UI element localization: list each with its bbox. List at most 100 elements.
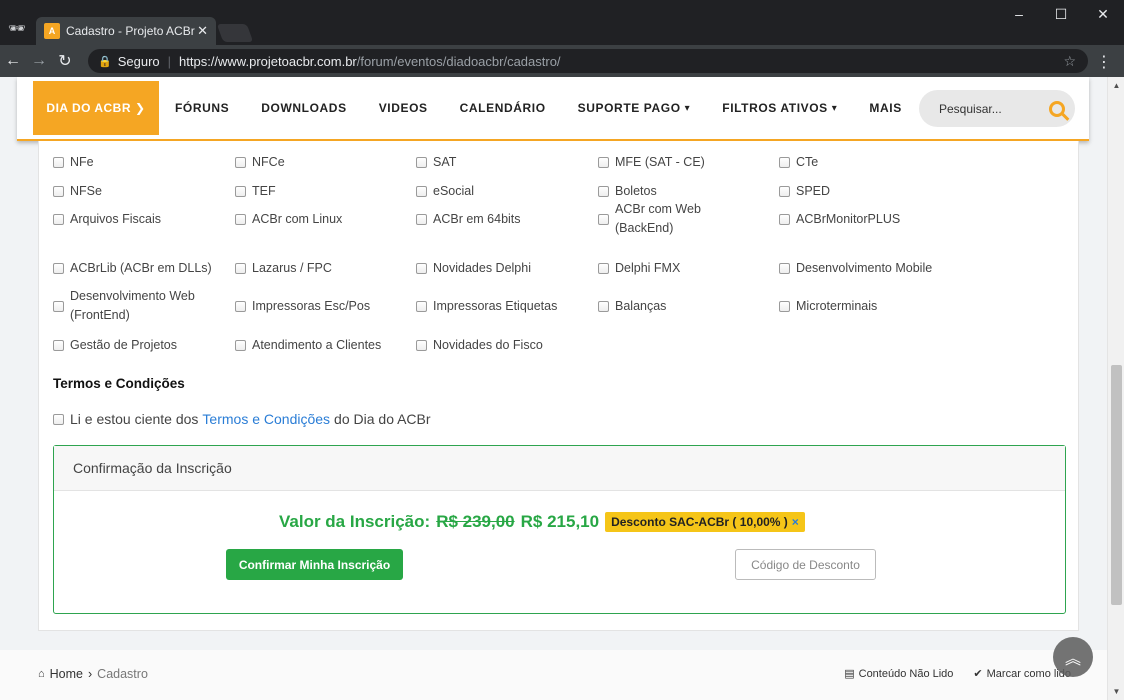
interest-checkbox[interactable] [416,157,427,168]
interest-option[interactable]: NFCe [235,153,285,172]
close-window-icon[interactable]: ✕ [1082,0,1124,28]
nav-suporte-pago[interactable]: SUPORTE PAGO ▾ [562,101,707,115]
interest-checkbox[interactable] [235,340,246,351]
forward-icon[interactable]: → [26,52,52,70]
interest-checkbox[interactable] [416,263,427,274]
nav-videos[interactable]: VIDEOS [363,101,444,115]
interest-checkbox[interactable] [235,214,246,225]
maximize-icon[interactable]: ☐ [1040,0,1082,28]
interest-checkbox[interactable] [235,301,246,312]
interest-option[interactable]: Impressoras Etiquetas [416,297,557,316]
minimize-icon[interactable]: – [998,0,1040,28]
interest-option[interactable]: Novidades Delphi [416,259,531,278]
interest-checkbox[interactable] [779,214,790,225]
interest-checkbox[interactable] [416,214,427,225]
nav-dia-do-acbr[interactable]: DIA DO ACBR ❯ [33,81,159,135]
page-footer: ⌂ Home › Cadastro ▤ Conteúdo Não Lido ✔ Ma… [0,650,1107,700]
interest-checkbox[interactable] [416,186,427,197]
terms-checkbox-row[interactable]: Li e estou ciente dos Termos e Condições… [53,411,431,427]
price-line: Valor da Inscrição: R$ 239,00 R$ 215,10 … [279,512,805,532]
interest-checkbox[interactable] [53,157,64,168]
scroll-up-icon[interactable]: ▲ [1108,77,1124,94]
nav-downloads[interactable]: DOWNLOADS [245,101,362,115]
nav-filtros-ativos[interactable]: FILTROS ATIVOS ▾ [706,101,853,115]
interest-checkbox[interactable] [235,157,246,168]
interest-option[interactable]: Gestão de Projetos [53,336,177,355]
terms-link[interactable]: Termos e Condições [202,411,330,427]
interest-checkbox[interactable] [779,301,790,312]
interest-option[interactable]: Balanças [598,297,666,316]
interest-option[interactable]: ACBrMonitorPLUS [779,210,900,229]
interest-option[interactable]: eSocial [416,182,474,201]
interest-option[interactable]: MFE (SAT - CE) [598,153,705,172]
back-icon[interactable]: ← [0,52,26,70]
breadcrumb-separator-icon: › [88,667,93,681]
interest-checkbox[interactable] [779,157,790,168]
nav-calendario[interactable]: CALENDÁRIO [444,101,562,115]
price-label: Valor da Inscrição: [279,512,431,531]
interest-checkbox[interactable] [53,300,64,312]
reload-icon[interactable]: ↻ [52,51,78,71]
interest-option[interactable]: Impressoras Esc/Pos [235,297,370,316]
interest-checkbox[interactable] [53,263,64,274]
interest-option[interactable]: ACBrLib (ACBr em DLLs) [53,259,212,278]
bookmark-star-icon[interactable]: ☆ [1063,53,1076,70]
interest-checkbox[interactable] [53,186,64,197]
browser-tab[interactable]: A Cadastro - Projeto ACBr ✕ [36,17,216,45]
interest-option[interactable]: Lazarus / FPC [235,259,332,278]
interest-option[interactable]: Atendimento a Clientes [235,336,381,355]
interest-option[interactable]: NFSe [53,182,102,201]
page-scrollbar[interactable]: ▲ ▼ [1107,77,1124,700]
interest-option[interactable]: ACBr em 64bits [416,210,521,229]
interest-checkbox[interactable] [416,340,427,351]
interest-option[interactable]: Boletos [598,182,657,201]
interest-checkbox[interactable] [598,263,609,274]
interest-checkbox[interactable] [53,214,64,225]
interest-checkbox[interactable] [53,340,64,351]
remove-discount-icon[interactable]: × [792,515,799,529]
search-input[interactable]: Pesquisar... [919,90,1075,127]
interest-option[interactable]: SAT [416,153,456,172]
terms-checkbox[interactable] [53,413,64,425]
lock-icon: 🔒 [98,55,112,68]
interest-checkbox[interactable] [598,157,609,168]
interest-checkbox[interactable] [779,186,790,197]
interest-option[interactable]: Desenvolvimento Web (FrontEnd) [53,287,200,325]
interest-checkbox[interactable] [598,301,609,312]
breadcrumb: ⌂ Home › Cadastro [38,667,148,681]
address-bar[interactable]: 🔒 Seguro | https://www.projetoacbr.com.b… [88,49,1088,73]
scroll-down-icon[interactable]: ▼ [1108,683,1124,700]
discount-code-button[interactable]: Código de Desconto [735,549,876,580]
interest-option[interactable]: Desenvolvimento Mobile [779,259,932,278]
interest-option[interactable]: Microterminais [779,297,877,316]
interest-option[interactable]: CTe [779,153,818,172]
interest-checkbox[interactable] [598,186,609,197]
nav-foruns[interactable]: FÓRUNS [159,101,245,115]
interest-option[interactable]: TEF [235,182,276,201]
scroll-thumb[interactable] [1111,365,1122,605]
interest-option[interactable]: Novidades do Fisco [416,336,543,355]
tab-close-icon[interactable]: ✕ [197,23,208,39]
new-tab-button[interactable] [216,24,254,42]
confirm-registration-button[interactable]: Confirmar Minha Inscrição [226,549,403,580]
interest-option[interactable]: ACBr com Linux [235,210,342,229]
interest-option[interactable]: NFe [53,153,94,172]
nav-mais[interactable]: MAIS [853,101,917,115]
interest-checkbox[interactable] [416,301,427,312]
nav-brand-label: DIA DO ACBR [46,101,132,115]
interest-label: Lazarus / FPC [252,261,332,275]
scroll-to-top-button[interactable]: ︽ [1053,637,1093,677]
interest-option[interactable]: Arquivos Fiscais [53,210,161,229]
interest-option[interactable]: Delphi FMX [598,259,680,278]
search-icon[interactable] [1049,100,1065,117]
interest-checkbox[interactable] [779,263,790,274]
interest-label: TEF [252,184,276,198]
interest-option[interactable]: ACBr com Web (BackEnd) [598,200,745,238]
breadcrumb-home[interactable]: Home [50,667,83,681]
unread-content-link[interactable]: ▤ Conteúdo Não Lido [844,667,953,681]
interest-checkbox[interactable] [235,186,246,197]
interest-checkbox[interactable] [598,213,609,225]
interest-checkbox[interactable] [235,263,246,274]
interest-option[interactable]: SPED [779,182,830,201]
browser-menu-icon[interactable]: ⋮ [1096,52,1112,72]
